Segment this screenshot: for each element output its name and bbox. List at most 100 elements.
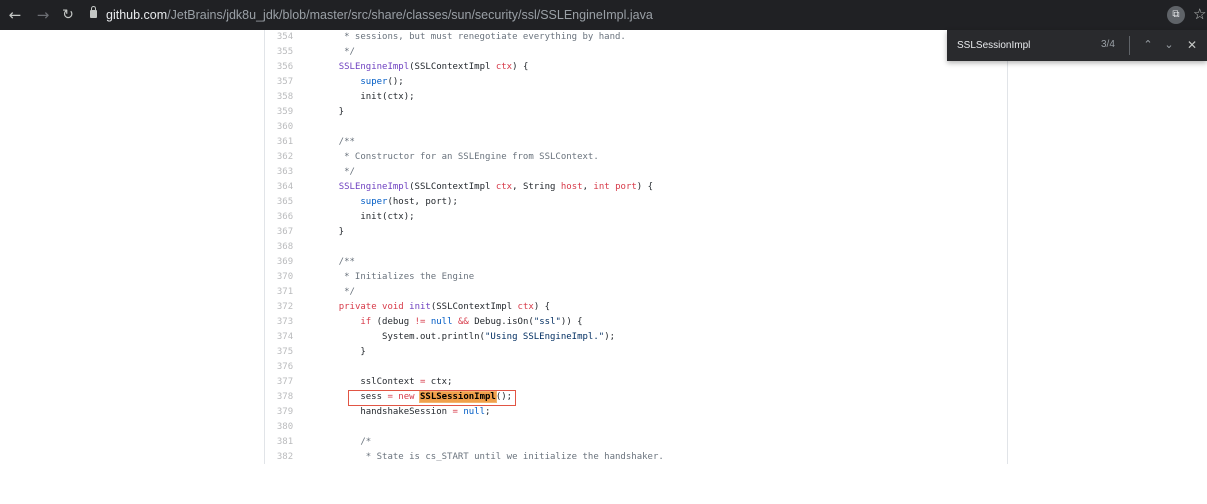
code-text: * State is cs_START until we initialize … <box>317 450 664 465</box>
code-token: ctx <box>495 182 513 192</box>
code-line: 372 private void init(SSLContextImpl ctx… <box>265 300 1007 315</box>
code-token: */ <box>317 47 355 57</box>
url-domain: github.com <box>106 8 168 22</box>
line-number[interactable]: 376 <box>265 360 305 375</box>
code-text: /* <box>317 435 371 450</box>
line-number[interactable]: 363 <box>265 165 305 180</box>
code-line: 356 SSLEngineImpl(SSLContextImpl ctx) { <box>265 60 1007 75</box>
line-number[interactable]: 359 <box>265 105 305 120</box>
address-bar[interactable]: github.com/JetBrains/jdk8u_jdk/blob/mast… <box>106 7 653 23</box>
code-text: if (debug != null && Debug.isOn("ssl")) … <box>317 315 582 330</box>
line-number[interactable]: 362 <box>265 150 305 165</box>
code-token: (host, port); <box>387 197 458 207</box>
code-token: init(ctx); <box>317 92 415 102</box>
code-token: SSLEngineImpl <box>338 62 410 72</box>
find-input[interactable] <box>957 38 1077 53</box>
code-token: * sessions, but must renegotiate everyth… <box>317 32 626 42</box>
code-text: SSLEngineImpl(SSLContextImpl ctx, String… <box>317 180 653 195</box>
code-line: 369 /** <box>265 255 1007 270</box>
code-line: 357 super(); <box>265 75 1007 90</box>
code-line: 377 sslContext = ctx; <box>265 375 1007 390</box>
chevron-up-icon[interactable]: ⌃ <box>1140 37 1156 53</box>
code-line: 354 * sessions, but must renegotiate eve… <box>265 30 1007 45</box>
code-token: } <box>317 227 345 237</box>
code-token: "ssl" <box>533 317 561 327</box>
line-number[interactable]: 373 <box>265 315 305 330</box>
code-text: * sessions, but must renegotiate everyth… <box>317 30 626 45</box>
code-text: super(host, port); <box>317 195 458 210</box>
line-number[interactable]: 375 <box>265 345 305 360</box>
code-token: int <box>593 182 610 192</box>
code-text: init(ctx); <box>317 90 415 105</box>
line-number[interactable]: 380 <box>265 420 305 435</box>
line-number[interactable]: 372 <box>265 300 305 315</box>
code-token: * State is cs_START until we initialize … <box>317 452 664 462</box>
code-line: 359 } <box>265 105 1007 120</box>
chevron-down-icon[interactable]: ⌄ <box>1161 37 1177 53</box>
code-token: } <box>317 347 366 357</box>
code-token: } <box>317 107 345 117</box>
code-token: && <box>457 317 469 327</box>
close-icon[interactable]: ✕ <box>1184 37 1200 53</box>
line-number[interactable]: 378 <box>265 390 305 405</box>
line-number[interactable]: 367 <box>265 225 305 240</box>
line-number[interactable]: 381 <box>265 435 305 450</box>
code-token: * Initializes the Engine <box>317 272 475 282</box>
back-arrow-icon[interactable]: ← <box>6 6 24 24</box>
code-line: 380 <box>265 420 1007 435</box>
find-divider <box>1129 36 1130 55</box>
line-number[interactable]: 356 <box>265 60 305 75</box>
code-line: 364 SSLEngineImpl(SSLContextImpl ctx, St… <box>265 180 1007 195</box>
code-token: host <box>560 182 583 192</box>
line-number[interactable]: 360 <box>265 120 305 135</box>
code-token: /* <box>317 437 372 447</box>
line-number[interactable]: 379 <box>265 405 305 420</box>
code-text: init(ctx); <box>317 210 414 225</box>
lock-icon[interactable] <box>90 6 97 18</box>
code-token: Debug.isOn( <box>468 317 534 327</box>
code-token: System.out.println( <box>317 332 485 342</box>
bookmark-star-icon[interactable]: ☆ <box>1193 5 1206 23</box>
code-token: ) { <box>636 182 654 192</box>
line-number[interactable]: 354 <box>265 30 305 45</box>
line-number[interactable]: 374 <box>265 330 305 345</box>
extension-icon[interactable]: ⧉ <box>1167 6 1185 24</box>
code-line: 368 <box>265 240 1007 255</box>
line-number[interactable]: 371 <box>265 285 305 300</box>
code-text: */ <box>317 285 355 300</box>
url-path: /JetBrains/jdk8u_jdk/blob/master/src/sha… <box>167 8 653 22</box>
code-token: (SSLContextImpl <box>409 62 496 72</box>
line-number[interactable]: 355 <box>265 45 305 60</box>
code-token: if <box>360 317 372 327</box>
code-line: 371 */ <box>265 285 1007 300</box>
code-text: * Initializes the Engine <box>317 270 474 285</box>
code-line: 374 System.out.println("Using SSLEngineI… <box>265 330 1007 345</box>
line-number[interactable]: 364 <box>265 180 305 195</box>
reload-icon[interactable]: ↻ <box>59 6 77 24</box>
code-line: 379 handshakeSession = null; <box>265 405 1007 420</box>
code-text: /** <box>317 255 355 270</box>
line-number[interactable]: 357 <box>265 75 305 90</box>
code-token: (debug <box>371 317 415 327</box>
code-token: private <box>338 302 377 312</box>
code-token: (); <box>387 77 404 87</box>
code-token: ctx <box>495 62 513 72</box>
line-number[interactable]: 377 <box>265 375 305 390</box>
code-line: 376 <box>265 360 1007 375</box>
line-number[interactable]: 366 <box>265 210 305 225</box>
forward-arrow-icon[interactable]: → <box>34 6 52 24</box>
line-number[interactable]: 358 <box>265 90 305 105</box>
code-token: ); <box>604 332 616 342</box>
line-number[interactable]: 365 <box>265 195 305 210</box>
line-number[interactable]: 369 <box>265 255 305 270</box>
code-text: } <box>317 105 344 120</box>
line-number[interactable]: 382 <box>265 450 305 465</box>
line-number[interactable]: 370 <box>265 270 305 285</box>
line-number[interactable]: 361 <box>265 135 305 150</box>
line-number[interactable]: 368 <box>265 240 305 255</box>
